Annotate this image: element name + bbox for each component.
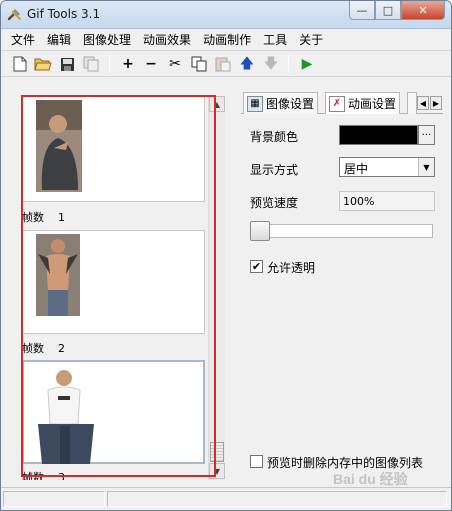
tab-scroll-right-icon[interactable]: ▶ xyxy=(430,96,442,110)
chevron-down-icon[interactable]: ▼ xyxy=(418,158,434,176)
watermark: Bai du 经验 xyxy=(333,471,408,487)
frame-thumbnail-3[interactable] xyxy=(22,360,205,464)
frame-image xyxy=(36,234,80,316)
cut-icon[interactable]: ✂ xyxy=(166,55,184,73)
move-down-icon[interactable]: 🡇 xyxy=(262,55,280,73)
animation-settings-icon: ✗ xyxy=(329,95,345,112)
preview-speed-field: 100% xyxy=(339,191,435,211)
color-picker-button[interactable]: ··· xyxy=(418,125,435,145)
frames-list[interactable]: 帧数 1 帧数 2 帧数 3 xyxy=(12,88,207,480)
toolbar: + − ✂ 🡅 🡇 ▶ xyxy=(1,50,451,77)
remove-icon[interactable]: − xyxy=(142,55,160,73)
scroll-up-icon[interactable]: ▲ xyxy=(209,96,225,112)
save-icon[interactable] xyxy=(58,55,76,73)
frames-panel: 帧数 1 帧数 2 帧数 3 ▲ ▼ xyxy=(12,88,227,480)
frame-caption: 帧数 xyxy=(22,342,44,355)
delete-cache-checkbox[interactable] xyxy=(250,455,263,468)
status-bar xyxy=(1,487,451,510)
display-mode-value: 居中 xyxy=(344,162,369,176)
frame-number: 2 xyxy=(58,342,65,355)
toolbar-separator xyxy=(109,55,110,73)
window-title: Gif Tools 3.1 xyxy=(27,7,101,21)
menu-image-processing[interactable]: 图像处理 xyxy=(77,29,137,49)
scroll-down-icon[interactable]: ▼ xyxy=(209,463,225,479)
add-icon[interactable]: + xyxy=(119,55,137,73)
maximize-button[interactable]: □ xyxy=(375,1,401,20)
toolbar-separator xyxy=(288,55,289,73)
minimize-button[interactable]: — xyxy=(349,1,375,20)
new-file-icon[interactable] xyxy=(11,55,29,73)
tab-label: 图像设置 xyxy=(266,97,315,111)
allow-transparency-label[interactable]: 允许透明 xyxy=(267,259,315,276)
play-icon[interactable]: ▶ xyxy=(298,55,316,73)
image-settings-icon: ▦ xyxy=(247,95,263,112)
speed-slider-thumb[interactable] xyxy=(250,221,270,241)
status-pane-right xyxy=(107,491,447,507)
frame-image xyxy=(38,370,94,464)
scrollbar-thumb[interactable] xyxy=(210,442,224,462)
menu-bar: 文件 编辑 图像处理 动画效果 动画制作 工具 关于 xyxy=(1,29,451,49)
copy-icon[interactable] xyxy=(190,55,208,73)
open-folder-icon[interactable] xyxy=(34,55,52,73)
menu-file[interactable]: 文件 xyxy=(5,29,41,49)
display-mode-select[interactable]: 居中 ▼ xyxy=(339,157,435,177)
frame-label-2: 帧数 2 xyxy=(22,340,65,356)
tab-image-settings[interactable]: ▦ 图像设置 xyxy=(243,92,319,114)
title-bar[interactable]: Gif Tools 3.1 — □ ✕ xyxy=(1,1,451,29)
menu-animation-effects[interactable]: 动画效果 xyxy=(137,29,197,49)
display-mode-label: 显示方式 xyxy=(250,163,299,177)
tab-scroll-left-icon[interactable]: ◀ xyxy=(417,96,429,110)
frame-number: 3 xyxy=(58,471,65,480)
frame-caption: 帧数 xyxy=(22,211,44,224)
copy-pages-icon[interactable] xyxy=(82,55,100,73)
preview-speed-label: 预览速度 xyxy=(250,196,299,210)
allow-transparency-checkbox[interactable]: ✔ xyxy=(250,260,263,273)
frame-thumbnail-1[interactable] xyxy=(22,96,205,202)
close-button[interactable]: ✕ xyxy=(401,1,445,20)
menu-about[interactable]: 关于 xyxy=(293,29,329,49)
paste-icon[interactable] xyxy=(214,55,232,73)
tab-label: 动画设置 xyxy=(348,97,397,111)
settings-panel: ▦ 图像设置 ✗ 动画设置 ◀ ▶ 背景颜色 ··· 显示方式 居中 ▼ 预览速… xyxy=(241,88,443,480)
move-up-icon[interactable]: 🡅 xyxy=(238,55,256,73)
menu-tools[interactable]: 工具 xyxy=(257,29,293,49)
frame-thumbnail-2[interactable] xyxy=(22,230,205,334)
status-pane-left xyxy=(3,491,105,507)
bg-color-label: 背景颜色 xyxy=(250,130,299,144)
settings-tabs: ▦ 图像设置 ✗ 动画设置 ◀ ▶ xyxy=(241,92,443,114)
speed-slider-track[interactable] xyxy=(250,224,433,238)
frame-label-3: 帧数 3 xyxy=(22,469,65,480)
tab-animation-settings[interactable]: ✗ 动画设置 xyxy=(325,92,401,114)
bg-color-swatch[interactable] xyxy=(339,125,418,145)
tab-overflow[interactable] xyxy=(407,92,417,114)
frame-number: 1 xyxy=(58,211,65,224)
app-tools-icon xyxy=(7,9,21,21)
frames-scrollbar[interactable]: ▲ ▼ xyxy=(208,96,225,480)
app-window: Gif Tools 3.1 — □ ✕ 文件 编辑 图像处理 动画效果 动画制作… xyxy=(0,0,452,511)
frame-label-1: 帧数 1 xyxy=(22,209,65,225)
frame-image xyxy=(36,100,82,192)
menu-edit[interactable]: 编辑 xyxy=(41,29,77,49)
frame-caption: 帧数 xyxy=(22,471,44,480)
menu-animation-making[interactable]: 动画制作 xyxy=(197,29,257,49)
